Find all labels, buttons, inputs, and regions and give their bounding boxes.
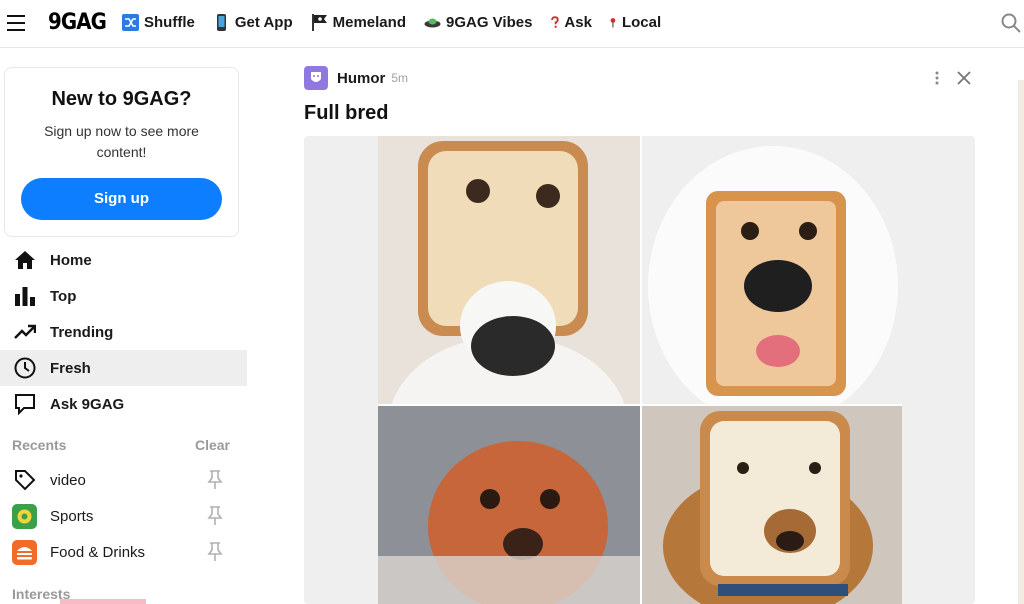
nav-label: Memeland [332,14,406,31]
nav-shuffle[interactable]: Shuffle [122,14,195,31]
recent-item-video[interactable]: video [0,462,247,498]
ufo-icon [424,18,441,28]
tag-icon [12,468,37,493]
pin-icon[interactable] [206,542,224,562]
nav-label: Shuffle [144,14,195,31]
nav-ask[interactable]: Ask [550,14,592,31]
nav-local[interactable]: Local [610,14,661,31]
home-icon [13,248,37,272]
hamburger-menu-icon[interactable] [7,15,25,31]
recents-header: Recents Clear [12,437,230,453]
food-icon [12,539,37,565]
bar-chart-icon [13,284,37,308]
nav-memeland[interactable]: Memeland [311,14,406,31]
soccer-icon [12,503,37,529]
signup-button[interactable]: Sign up [21,178,222,220]
sidebar-menu: Home Top Trending Fresh Ask 9GAG [0,242,247,422]
more-options-icon[interactable] [933,70,941,86]
close-icon[interactable] [957,71,971,85]
nav-label: Local [621,14,662,31]
nav-label: 9GAG Vibes [445,14,533,31]
promo-bar [60,599,146,604]
top-nav: Shuffle Get App Memeland 9GAG Vibes Ask … [122,14,679,31]
post-image-container[interactable] [304,136,975,604]
question-icon [551,16,560,28]
post-time: 5m [391,71,409,85]
pin-icon[interactable] [206,506,224,526]
shuffle-icon [122,14,139,31]
sidebar-item-ask-9gag[interactable]: Ask 9GAG [0,386,247,422]
sidebar-item-label: Home [50,251,92,269]
nav-9gag-vibes[interactable]: 9GAG Vibes [424,14,532,31]
post-section-name[interactable]: Humor [337,70,385,87]
sidebar-item-fresh[interactable]: Fresh [0,350,247,386]
pin-icon [610,18,616,28]
search-icon[interactable] [1001,13,1021,33]
nav-label: Get App [234,14,293,31]
post-title: Full bred [304,102,389,124]
humor-section-avatar[interactable] [304,66,328,90]
nav-get-app[interactable]: Get App [213,14,293,31]
sidebar-item-label: Ask 9GAG [50,395,125,413]
recent-item-label: video [50,471,86,489]
recent-item-label: Food & Drinks [50,543,146,561]
signup-card: New to 9GAG? Sign up now to see more con… [4,67,239,237]
sidebar-item-label: Trending [50,323,114,341]
pin-icon[interactable] [206,470,224,490]
trending-icon [13,320,37,344]
recents-title: Recents [12,437,67,453]
right-edge-strip [1018,80,1024,604]
recents-clear-button[interactable]: Clear [195,437,230,453]
sidebar-item-home[interactable]: Home [0,242,247,278]
recent-item-food-drinks[interactable]: Food & Drinks [0,534,247,570]
recent-item-sports[interactable]: Sports [0,498,247,534]
site-logo[interactable]: 9GAG [48,10,107,35]
sidebar-item-label: Top [50,287,77,305]
recent-item-label: Sports [50,507,94,525]
nav-label: Ask [564,14,592,31]
top-bar: 9GAG Shuffle Get App Memeland 9GAG Vibes… [0,0,1024,48]
sidebar-item-trending[interactable]: Trending [0,314,247,350]
speech-bubble-icon [13,392,37,416]
post-header: Humor 5m [304,66,408,90]
sidebar-item-top[interactable]: Top [0,278,247,314]
clock-icon [13,356,37,380]
recents-list: video Sports Food & Drinks [0,462,247,570]
signup-text: Sign up now to see more content! [44,123,199,160]
phone-icon [216,14,226,31]
sidebar-item-label: Fresh [50,359,91,377]
signup-title: New to 9GAG? [51,88,192,110]
pirate-flag-icon [311,14,327,31]
post-image [378,136,902,604]
